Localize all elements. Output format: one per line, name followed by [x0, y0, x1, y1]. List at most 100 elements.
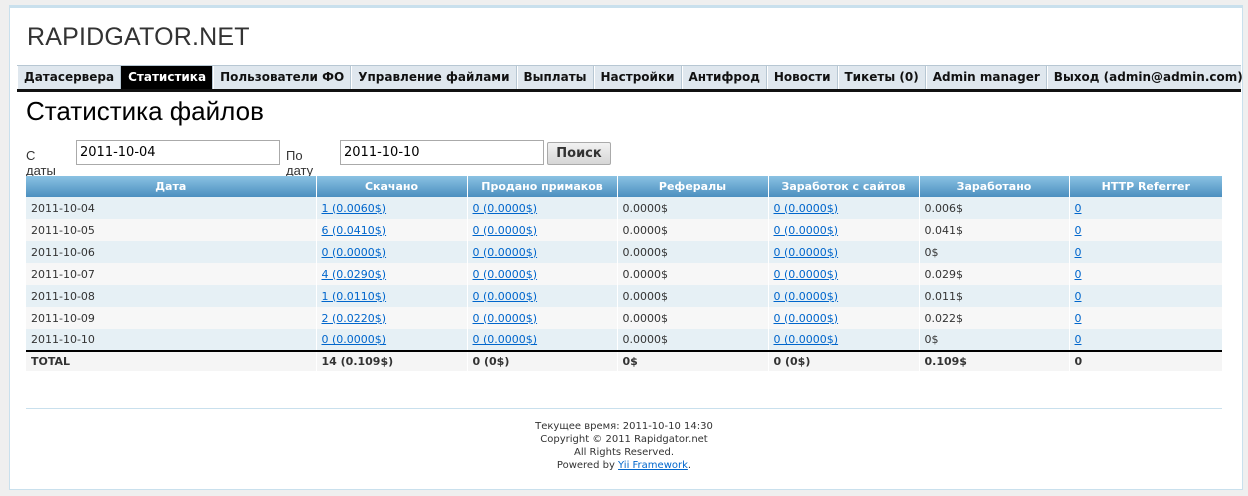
table-cell: 0$: [918, 329, 1069, 351]
yii-framework-link[interactable]: Yii Framework: [618, 460, 688, 471]
cell-link[interactable]: 0: [1075, 268, 1082, 281]
table-row: 2011-10-07 4 (0.0290$) 0 (0.0000$) 0.0000$ 0…: [26, 263, 1222, 285]
cell-link[interactable]: 0: [1075, 246, 1082, 259]
cell-link[interactable]: 0: [1075, 224, 1082, 237]
table-cell: 0.0000$: [616, 285, 768, 307]
table-cell: 0 (0.0000$): [767, 263, 919, 285]
column-header[interactable]: Скачано: [315, 176, 467, 197]
table-cell: 0 (0.0000$): [315, 329, 467, 351]
table-cell: 1 (0.0060$): [315, 197, 467, 219]
nav-item-settings[interactable]: Настройки: [593, 66, 682, 89]
table-cell: 2011-10-05: [26, 219, 316, 241]
cell-link[interactable]: 0 (0.0000$): [774, 202, 839, 215]
column-header[interactable]: Заработано: [918, 176, 1069, 197]
powered-suffix: .: [687, 460, 692, 471]
table-cell: 0: [1068, 219, 1222, 241]
nav-item-dataservers[interactable]: Датасервера: [17, 66, 122, 89]
table-cell: 0 (0.0000$): [466, 285, 617, 307]
table-cell: 2011-10-09: [26, 307, 316, 329]
table-cell: 0.0000$: [616, 307, 768, 329]
footer-divider: [26, 408, 1222, 409]
nav-item-news[interactable]: Новости: [766, 66, 838, 89]
cell-link[interactable]: 0 (0.0000$): [774, 268, 839, 281]
table-cell: 2011-10-10: [26, 329, 316, 351]
cell-link[interactable]: 0: [1075, 312, 1082, 325]
column-header[interactable]: Дата: [26, 176, 316, 197]
cell-link[interactable]: 2 (0.0220$): [322, 312, 387, 325]
total-cell: 0: [1068, 350, 1222, 371]
nav-item-antifraud[interactable]: Антифрод: [681, 66, 767, 89]
cell-link[interactable]: 0 (0.0000$): [774, 224, 839, 237]
to-date-input[interactable]: 2011-10-10: [340, 140, 544, 165]
table-cell: 0 (0.0000$): [315, 241, 467, 263]
column-header[interactable]: Заработок с сайтов: [767, 176, 919, 197]
cell-link[interactable]: 0: [1075, 202, 1082, 215]
copyright: Copyright © 2011 Rapidgator.net: [540, 434, 708, 445]
column-header[interactable]: Рефералы: [616, 176, 768, 197]
page-title: Статистика файлов: [26, 96, 264, 126]
table-cell: 0 (0.0000$): [767, 197, 919, 219]
nav-item-users[interactable]: Пользователи ФО: [213, 66, 352, 89]
total-cell: 0$: [616, 350, 768, 371]
cell-link[interactable]: 0: [1075, 333, 1082, 346]
from-date-input[interactable]: 2011-10-04: [76, 140, 280, 165]
cell-link[interactable]: 0 (0.0000$): [473, 268, 538, 281]
cell-link[interactable]: 0 (0.0000$): [322, 333, 387, 346]
site-logo[interactable]: RAPIDGATOR.NET: [27, 23, 250, 52]
total-cell: 0 (0$): [767, 350, 919, 371]
cell-link[interactable]: 0 (0.0000$): [473, 224, 538, 237]
nav-item-file-management[interactable]: Управление файлами: [351, 66, 517, 89]
cell-link[interactable]: 0 (0.0000$): [774, 246, 839, 259]
column-header[interactable]: Продано примаков: [466, 176, 617, 197]
main-nav: Датасервера Статистика Пользователи ФО Упра…: [17, 65, 1248, 92]
nav-item-admin-manager[interactable]: Admin manager: [925, 66, 1047, 89]
nav-item-logout[interactable]: Выход (admin@admin.com): [1046, 66, 1248, 89]
table-cell: 0 (0.0000$): [466, 219, 617, 241]
table-cell: 0: [1068, 307, 1222, 329]
column-header[interactable]: HTTP Referrer: [1068, 176, 1222, 197]
to-date-label: По дату: [286, 148, 314, 178]
cell-link[interactable]: 0 (0.0000$): [774, 333, 839, 346]
cell-link[interactable]: 6 (0.0410$): [322, 224, 387, 237]
table-cell: 0: [1068, 285, 1222, 307]
cell-link[interactable]: 0 (0.0000$): [473, 290, 538, 303]
stats-table: Дата Скачано Продано примаков Рефералы Зараб…: [26, 176, 1222, 371]
cell-link[interactable]: 4 (0.0290$): [322, 268, 387, 281]
table-cell: 0 (0.0000$): [767, 307, 919, 329]
table-cell: 4 (0.0290$): [315, 263, 467, 285]
table-cell: 0: [1068, 197, 1222, 219]
cell-link[interactable]: 0 (0.0000$): [473, 202, 538, 215]
cell-link[interactable]: 0 (0.0000$): [473, 312, 538, 325]
table-cell: 0.041$: [918, 219, 1069, 241]
cell-link[interactable]: 1 (0.0060$): [322, 202, 387, 215]
nav-item-statistics[interactable]: Статистика: [121, 66, 214, 89]
total-cell: 0.109$: [918, 350, 1069, 371]
powered-by: Powered by Yii Framework.: [26, 459, 1222, 472]
cell-link[interactable]: 0 (0.0000$): [473, 333, 538, 346]
table-cell: 0: [1068, 241, 1222, 263]
current-time: Текущее время: 2011-10-10 14:30: [535, 421, 713, 432]
table-row: 2011-10-09 2 (0.0220$) 0 (0.0000$) 0.0000$ 0…: [26, 307, 1222, 329]
table-cell: 0.0000$: [616, 241, 768, 263]
total-row: TOTAL 14 (0.109$) 0 (0$) 0$ 0 (0$) 0.109$ 0: [26, 350, 1222, 371]
table-cell: 0: [1068, 263, 1222, 285]
cell-link[interactable]: 0 (0.0000$): [322, 246, 387, 259]
table-cell: 0 (0.0000$): [466, 241, 617, 263]
cell-link[interactable]: 0 (0.0000$): [774, 312, 839, 325]
table-cell: 0 (0.0000$): [466, 263, 617, 285]
cell-link[interactable]: 0 (0.0000$): [774, 290, 839, 303]
page-container: RAPIDGATOR.NET Датасервера Статистика Поль…: [9, 5, 1248, 490]
nav-item-tickets[interactable]: Тикеты (0): [837, 66, 926, 89]
nav-item-payouts[interactable]: Выплаты: [516, 66, 594, 89]
search-button[interactable]: Поиск: [547, 142, 611, 165]
table-cell: 0.0000$: [616, 197, 768, 219]
cell-link[interactable]: 0 (0.0000$): [473, 246, 538, 259]
table-cell: 0 (0.0000$): [767, 241, 919, 263]
table-cell: 0.0000$: [616, 219, 768, 241]
cell-link[interactable]: 1 (0.0110$): [322, 290, 387, 303]
table-cell: 6 (0.0410$): [315, 219, 467, 241]
cell-link[interactable]: 0: [1075, 290, 1082, 303]
table-cell: 0.011$: [918, 285, 1069, 307]
table-cell: 0: [1068, 329, 1222, 351]
table-cell: 0$: [918, 241, 1069, 263]
